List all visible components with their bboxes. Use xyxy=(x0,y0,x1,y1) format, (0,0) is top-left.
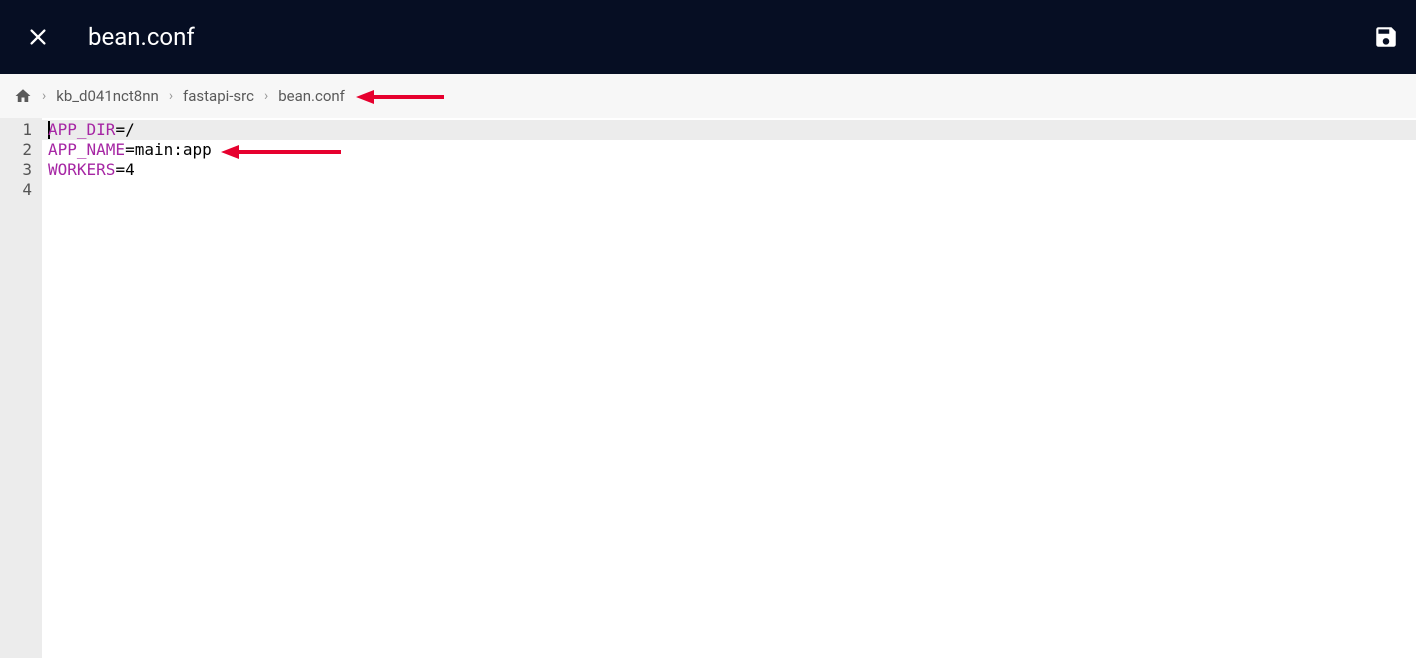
header-left: bean.conf xyxy=(24,23,195,51)
chevron-right-icon: › xyxy=(169,88,173,104)
line-number-gutter: 1 2 3 4 xyxy=(0,118,42,658)
conf-eq: = xyxy=(115,120,125,139)
close-icon[interactable] xyxy=(24,23,52,51)
chevron-right-icon: › xyxy=(42,88,46,104)
conf-eq: = xyxy=(115,160,125,179)
chevron-right-icon: › xyxy=(264,88,268,104)
home-icon[interactable] xyxy=(14,87,32,105)
code-line[interactable] xyxy=(48,180,1416,200)
conf-val: 4 xyxy=(125,160,135,179)
code-line[interactable]: APP_NAME=main:app xyxy=(48,140,1416,160)
code-line[interactable]: APP_DIR=/ xyxy=(42,120,1416,140)
conf-key: APP_NAME xyxy=(48,140,125,159)
conf-eq: = xyxy=(125,140,135,159)
code-line[interactable]: WORKERS=4 xyxy=(48,160,1416,180)
line-number: 3 xyxy=(0,160,42,180)
page-title: bean.conf xyxy=(88,23,195,51)
breadcrumb-item-0[interactable]: kb_d041nct8nn xyxy=(56,87,159,105)
breadcrumb-item-1[interactable]: fastapi-src xyxy=(183,87,254,105)
line-number: 2 xyxy=(0,140,42,160)
breadcrumb: › kb_d041nct8nn › fastapi-src › bean.con… xyxy=(14,87,345,105)
breadcrumb-bar: › kb_d041nct8nn › fastapi-src › bean.con… xyxy=(0,74,1416,118)
save-icon[interactable] xyxy=(1372,23,1400,51)
code-editor[interactable]: 1 2 3 4 APP_DIR=/ APP_NAME=main:app WORK… xyxy=(0,118,1416,658)
conf-key: WORKERS xyxy=(48,160,115,179)
conf-val: / xyxy=(125,120,135,139)
code-content[interactable]: APP_DIR=/ APP_NAME=main:app WORKERS=4 xyxy=(42,118,1416,658)
line-number: 4 xyxy=(0,180,42,200)
conf-val: main:app xyxy=(135,140,212,159)
line-number: 1 xyxy=(0,120,42,140)
breadcrumb-item-2[interactable]: bean.conf xyxy=(278,87,345,105)
conf-key: APP_DIR xyxy=(48,120,115,139)
header-bar: bean.conf xyxy=(0,0,1416,74)
